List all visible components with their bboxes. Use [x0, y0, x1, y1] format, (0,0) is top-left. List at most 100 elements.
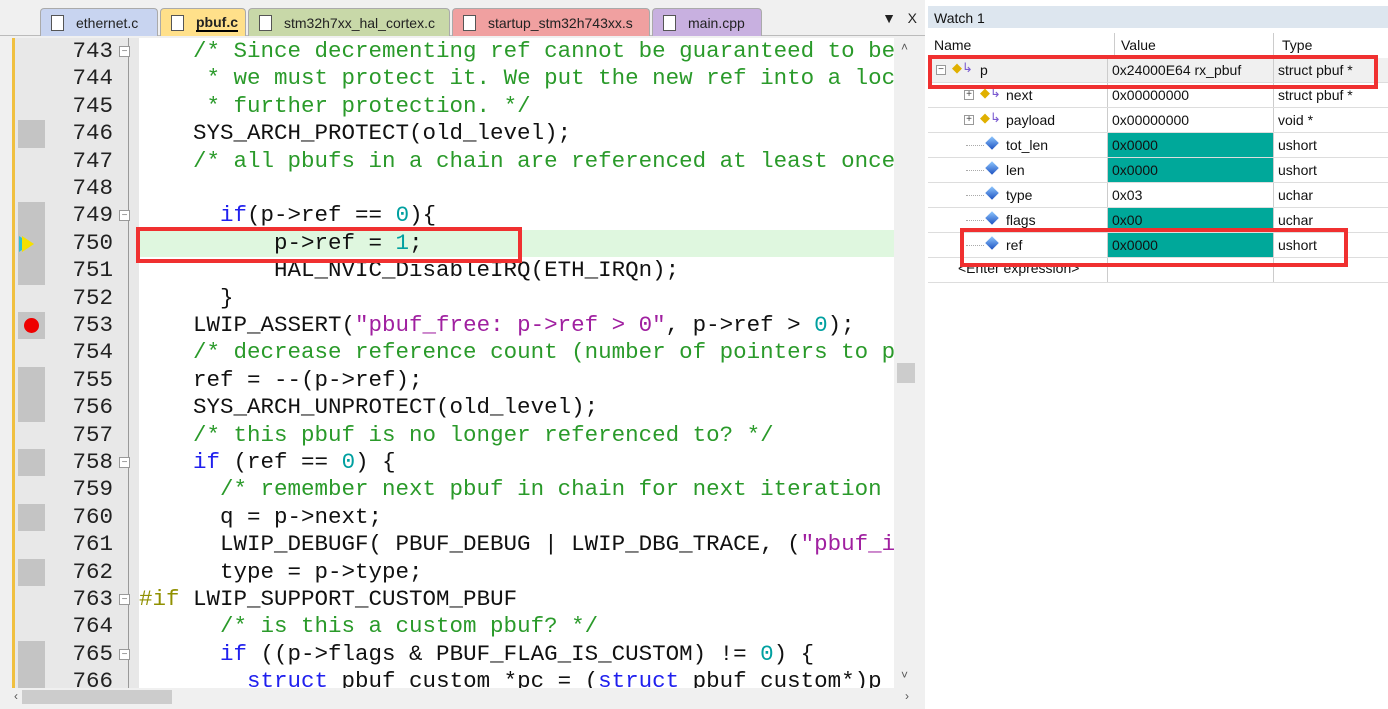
code-line[interactable]: 748 [15, 175, 894, 202]
fold-toggle-icon[interactable]: − [119, 648, 130, 660]
watch-row-type[interactable]: type 0x03 uchar [928, 183, 1388, 208]
watch-row-tot_len[interactable]: tot_len 0x0000 ushort [928, 133, 1388, 158]
breakpoint-margin[interactable] [18, 558, 45, 586]
tab-startup-stm32h743xx-s[interactable]: startup_stm32h743xx.s [452, 8, 650, 36]
code-token: SYS_ARCH_UNPROTECT(old_level); [139, 394, 599, 421]
breakpoint-margin[interactable] [18, 339, 45, 366]
code-text: /* all pbufs in a chain are referenced a… [139, 148, 894, 175]
breakpoint-margin[interactable] [18, 257, 45, 285]
breakpoint-margin[interactable] [18, 503, 45, 532]
code-line[interactable]: 765− if ((p->flags & PBUF_FLAG_IS_CUSTOM… [15, 640, 894, 669]
line-number: 762 [72, 558, 113, 585]
horizontal-scrollbar[interactable]: ‹ › [12, 688, 918, 706]
code-line[interactable]: 764 /* is this a custom pbuf? */ [15, 613, 894, 640]
code-line[interactable]: 743− /* Since decrementing ref cannot be… [15, 38, 894, 65]
expand-icon[interactable]: + [964, 115, 974, 125]
breakpoint-icon[interactable] [24, 318, 39, 333]
code-line[interactable]: 766 struct pbuf_custom *pc = (struct pbu… [15, 668, 894, 688]
tab-stm32h7xx-hal-cortex-c[interactable]: stm32h7xx_hal_cortex.c [248, 8, 450, 36]
horizontal-scroll-thumb[interactable] [22, 690, 172, 704]
scroll-up-icon[interactable]: ˄ [901, 40, 908, 54]
variable-icon [985, 136, 999, 150]
watch-value[interactable]: 0x0000 [1107, 133, 1273, 157]
breakpoint-margin[interactable] [18, 531, 45, 558]
breakpoint-margin[interactable] [18, 586, 45, 613]
watch-value[interactable]: 0x00000000 [1107, 108, 1273, 132]
tab-label: stm32h7xx_hal_cortex.c [284, 14, 435, 31]
vertical-scroll-thumb[interactable] [897, 363, 915, 383]
breakpoint-margin[interactable] [18, 476, 45, 503]
code-token: pbuf_custom*)p [679, 668, 882, 688]
watch-row-payload[interactable]: + ◆↳ payload 0x00000000 void * [928, 108, 1388, 133]
code-line[interactable]: 754 /* decrease reference count (number … [15, 339, 894, 366]
code-line[interactable]: 755 ref = --(p->ref); [15, 366, 894, 395]
code-line[interactable]: 763− #if LWIP_SUPPORT_CUSTOM_PBUF [15, 586, 894, 613]
scroll-down-icon[interactable]: ˅ [901, 668, 908, 682]
fold-toggle-icon[interactable]: − [119, 46, 130, 57]
code-token: "pbuf_i [800, 531, 894, 558]
code-text: /* remember next pbuf in chain for next … [139, 476, 882, 503]
code-token: (ref == [220, 449, 342, 475]
line-number: 763 [72, 586, 113, 612]
code-line[interactable]: 760 q = p->next; [15, 503, 894, 532]
code-text: if (ref == 0) { [139, 449, 396, 476]
code-line[interactable]: 752 } [15, 285, 894, 312]
breakpoint-margin[interactable] [18, 285, 45, 312]
breakpoint-margin[interactable] [18, 175, 45, 202]
tab-main-cpp[interactable]: main.cpp [652, 8, 762, 36]
tab-ethernet-c[interactable]: ethernet.c [40, 8, 158, 36]
breakpoint-margin[interactable] [18, 422, 45, 449]
breakpoint-margin[interactable] [18, 640, 45, 669]
code-line[interactable]: 758− if (ref == 0) { [15, 449, 894, 477]
code-token: type = p->type; [139, 558, 423, 585]
breakpoint-margin[interactable] [18, 449, 45, 477]
breakpoint-margin[interactable] [18, 229, 45, 258]
code-line[interactable]: 746 SYS_ARCH_PROTECT(old_level); [15, 120, 894, 148]
code-token: #if [139, 586, 180, 612]
breakpoint-margin[interactable] [18, 38, 45, 65]
tab-controls: ▼ X [882, 10, 917, 26]
tab-dropdown-button[interactable]: ▼ [882, 10, 896, 26]
code-line[interactable]: 762 type = p->type; [15, 558, 894, 586]
code-text: LWIP_ASSERT("pbuf_free: p->ref > 0", p->… [139, 312, 855, 339]
fold-toggle-icon[interactable]: − [119, 210, 130, 222]
breakpoint-margin[interactable] [18, 148, 45, 175]
code-line[interactable]: 745 * further protection. */ [15, 93, 894, 120]
watch-row-len[interactable]: len 0x0000 ushort [928, 158, 1388, 183]
code-line[interactable]: 753 LWIP_ASSERT("pbuf_free: p->ref > 0",… [15, 312, 894, 340]
code-line[interactable]: 761 LWIP_DEBUGF( PBUF_DEBUG | LWIP_DBG_T… [15, 531, 894, 558]
tab-pbuf-c[interactable]: pbuf.c [160, 8, 246, 36]
line-number: 747 [72, 147, 113, 174]
scroll-left-icon[interactable]: ‹ [14, 689, 18, 703]
breakpoint-margin[interactable] [18, 394, 45, 422]
code-line[interactable]: 756 SYS_ARCH_UNPROTECT(old_level); [15, 394, 894, 422]
watch-value[interactable]: 0x0000 [1107, 158, 1273, 182]
code-view[interactable]: 743− /* Since decrementing ref cannot be… [12, 38, 894, 688]
tab-close-button[interactable]: X [908, 10, 917, 26]
vertical-scrollbar[interactable]: ˄ ˅ [894, 38, 918, 688]
breakpoint-margin[interactable] [18, 65, 45, 92]
column-name[interactable]: Name [934, 37, 971, 53]
highlight-watch-p [928, 55, 1378, 89]
code-text: * further protection. */ [139, 93, 531, 120]
code-line[interactable]: 747 /* all pbufs in a chain are referenc… [15, 148, 894, 175]
breakpoint-margin[interactable] [18, 312, 45, 340]
code-line[interactable]: 744 * we must protect it. We put the new… [15, 65, 894, 92]
expand-icon[interactable]: + [964, 90, 974, 100]
breakpoint-margin[interactable] [18, 366, 45, 395]
scroll-right-icon[interactable]: › [905, 689, 909, 703]
breakpoint-margin[interactable] [18, 613, 45, 640]
watch-value[interactable]: 0x03 [1107, 183, 1273, 207]
fold-toggle-icon[interactable]: − [119, 594, 130, 605]
code-line[interactable]: 749− if(p->ref == 0){ [15, 202, 894, 230]
code-line[interactable]: 759 /* remember next pbuf in chain for n… [15, 476, 894, 503]
fold-toggle-icon[interactable]: − [119, 457, 130, 468]
line-number: 754 [72, 339, 113, 366]
breakpoint-margin[interactable] [18, 120, 45, 148]
breakpoint-margin[interactable] [18, 668, 45, 688]
line-number: 757 [72, 421, 113, 448]
code-token: * further protection. */ [206, 92, 531, 119]
code-line[interactable]: 757 /* this pbuf is no longer referenced… [15, 422, 894, 449]
breakpoint-margin[interactable] [18, 93, 45, 120]
breakpoint-margin[interactable] [18, 202, 45, 230]
